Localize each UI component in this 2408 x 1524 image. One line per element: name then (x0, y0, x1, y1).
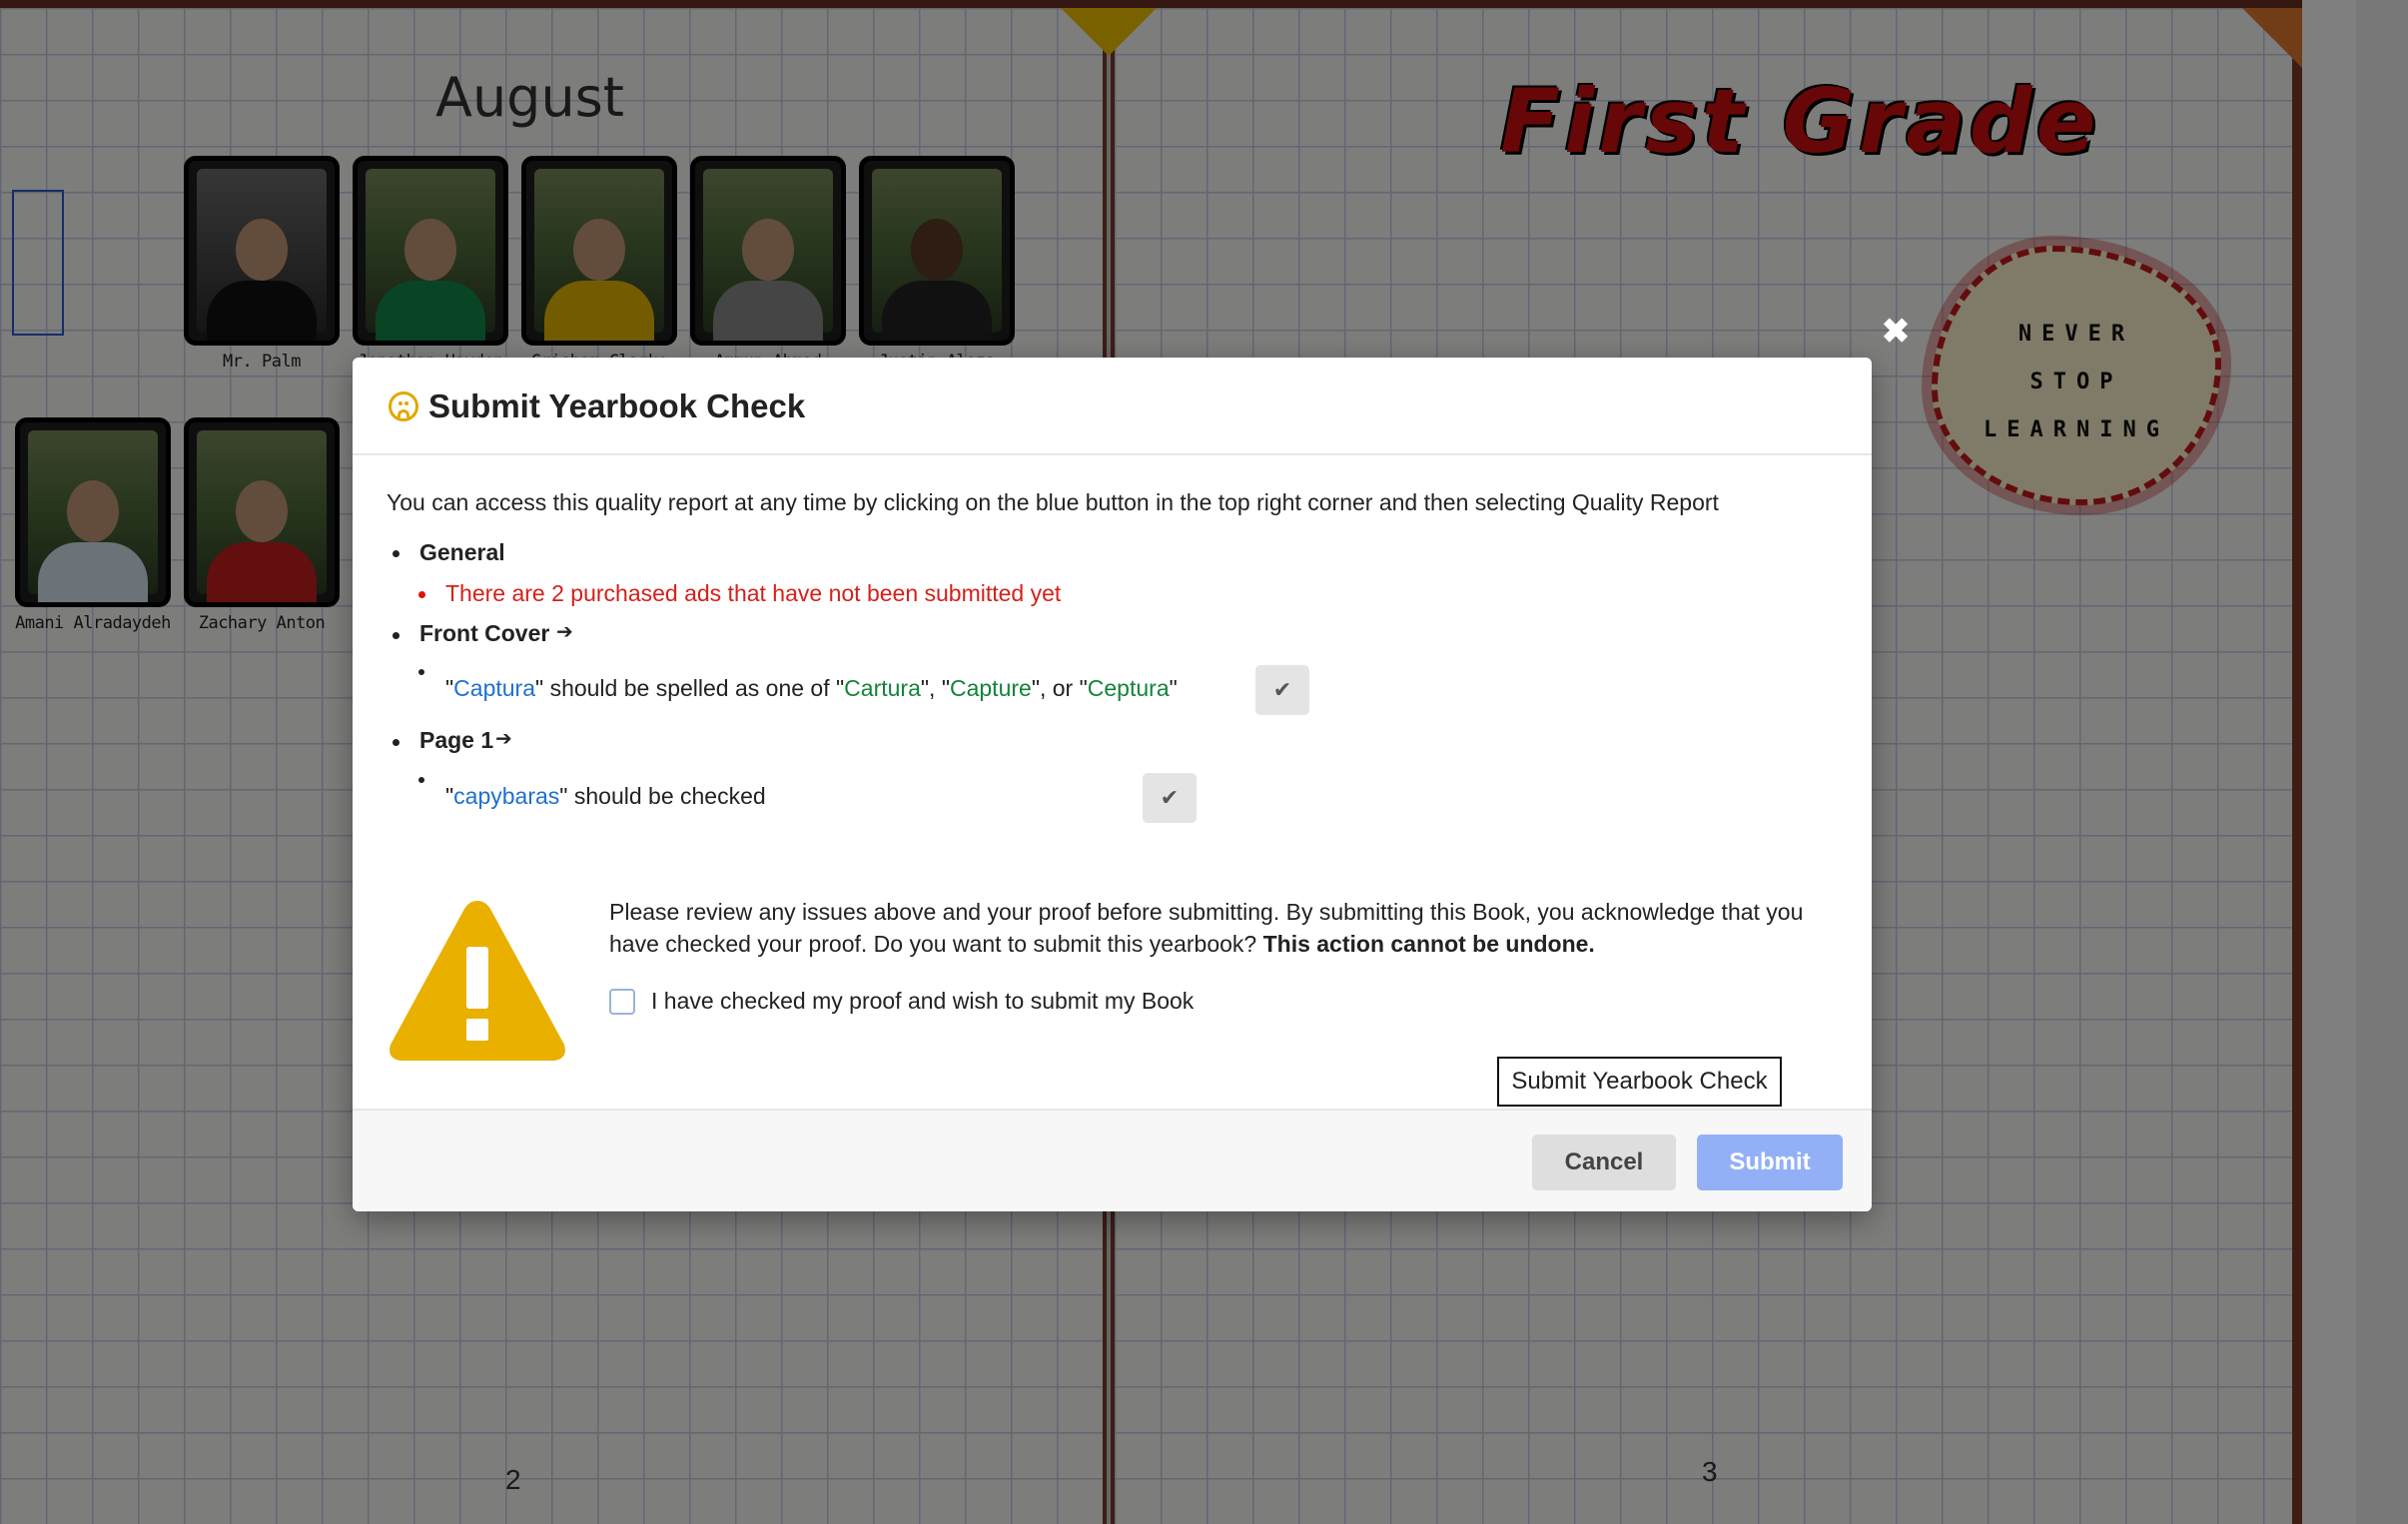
cancel-button[interactable]: Cancel (1532, 1135, 1676, 1190)
confirm-checkbox-label[interactable]: I have checked my proof and wish to subm… (651, 988, 1194, 1015)
bullet (418, 777, 424, 783)
section-front-cover-label: Front Cover (419, 620, 550, 646)
bullet (418, 591, 425, 598)
bullet (393, 739, 400, 746)
section-general-label: General (419, 539, 505, 565)
dialog-header: Submit Yearbook Check (353, 358, 1872, 455)
intro-text: You can access this quality report at an… (387, 489, 1719, 515)
go-to-page-icon[interactable]: ➔ (495, 726, 512, 751)
approve-check-button[interactable]: ✔ (1255, 665, 1309, 715)
flagged-word: capybaras (453, 783, 560, 809)
warning-bold-text: This action cannot be undone. (1262, 931, 1595, 957)
check-word-row: "capybaras" should be checked (445, 783, 766, 809)
spelling-issue-row: "Captura" should be spelled as one of "C… (445, 675, 1178, 701)
dialog-footer: Cancel Submit (353, 1109, 1872, 1211)
close-icon[interactable]: ✖ (1876, 312, 1916, 352)
approve-check-button[interactable]: ✔ (1143, 773, 1197, 823)
submit-button[interactable]: Submit (1697, 1135, 1843, 1190)
misspelled-word: Captura (453, 675, 535, 701)
bullet (393, 550, 400, 557)
bullet (393, 632, 400, 639)
section-page-1-label: Page 1 (419, 727, 494, 753)
dialog-title: Submit Yearbook Check (428, 387, 806, 424)
suggestion: Capture (949, 675, 1032, 701)
go-to-page-icon[interactable]: ➔ (556, 619, 573, 644)
warning-message: Please review any issues above and your … (609, 899, 1804, 957)
general-issue-text: There are 2 purchased ads that have not … (445, 580, 1062, 606)
suggestion: Ceptura (1087, 675, 1170, 701)
submit-tooltip: Submit Yearbook Check (1497, 1057, 1782, 1107)
frown-icon (389, 391, 418, 421)
bullet (418, 669, 424, 675)
warning-icon (390, 901, 565, 1061)
confirm-checkbox[interactable] (609, 989, 635, 1015)
suggestion: Cartura (844, 675, 921, 701)
